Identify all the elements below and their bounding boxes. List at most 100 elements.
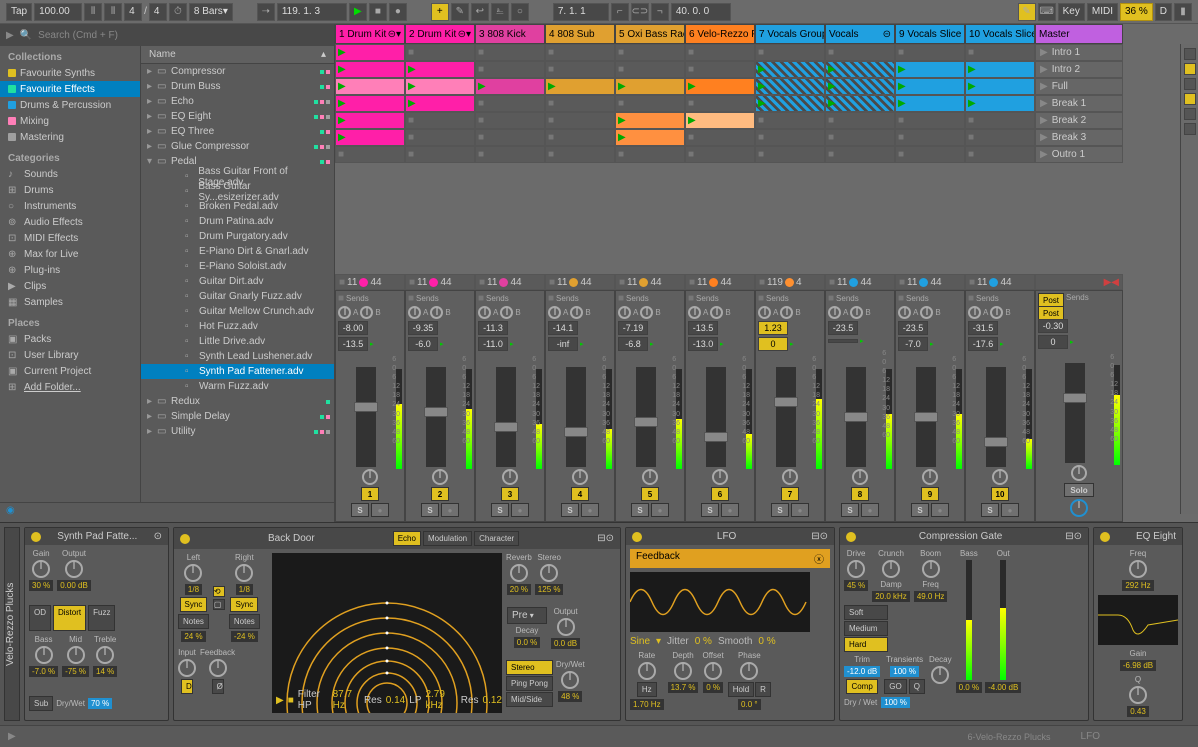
clip-slot[interactable]: ▶: [335, 95, 405, 112]
browser-file-item[interactable]: ▫Drum Purgatory.adv: [141, 229, 334, 244]
soft-button[interactable]: Soft: [844, 605, 888, 620]
polarity-button[interactable]: ▢: [213, 599, 225, 610]
collection-item[interactable]: Mastering: [0, 129, 140, 145]
browser-file-item[interactable]: ▫E-Piano Soloist.adv: [141, 259, 334, 274]
echo-drywet-knob[interactable]: [561, 671, 579, 689]
clip-slot[interactable]: ■: [895, 146, 965, 163]
midi-map[interactable]: MIDI: [1087, 3, 1118, 21]
help-icon[interactable]: ▶: [8, 731, 16, 742]
device-preset-icon[interactable]: ⊟⊙: [811, 531, 828, 542]
arm-button[interactable]: ●: [721, 503, 739, 517]
volume-fader[interactable]: [986, 367, 1006, 467]
send-b-knob[interactable]: [850, 306, 863, 319]
nudge-down[interactable]: ⦀: [84, 3, 102, 21]
send-b-knob[interactable]: [920, 306, 933, 319]
peak-value[interactable]: 0: [1038, 335, 1068, 349]
track-activator[interactable]: 3: [501, 487, 519, 501]
volume-fader[interactable]: [356, 367, 376, 467]
collection-item[interactable]: Favourite Effects: [0, 81, 140, 97]
volume-fader[interactable]: [776, 367, 796, 467]
clip-slot[interactable]: ■: [405, 129, 475, 146]
collection-item[interactable]: Favourite Synths: [0, 65, 140, 81]
drive-knob[interactable]: [847, 560, 865, 578]
send-b-knob[interactable]: [500, 306, 513, 319]
io-section-toggle[interactable]: [1184, 48, 1196, 60]
input-d-button[interactable]: D: [181, 679, 193, 694]
automation-arm[interactable]: ✎: [451, 3, 469, 21]
arm-button[interactable]: ●: [511, 503, 529, 517]
arrangement-position[interactable]: 119. 1. 3: [277, 3, 347, 21]
send-a-knob[interactable]: [478, 306, 491, 319]
clip-slot[interactable]: ■: [475, 44, 545, 61]
category-item[interactable]: ⊞Drums: [0, 182, 140, 198]
clip-slot[interactable]: ■: [685, 61, 755, 78]
clip-slot[interactable]: ▶: [615, 112, 685, 129]
volume-value[interactable]: 1.23: [758, 321, 788, 335]
draw-mode[interactable]: ✎: [1018, 3, 1036, 21]
eq-curve-display[interactable]: [1098, 595, 1178, 645]
clip-slot[interactable]: ■: [545, 146, 615, 163]
right-time-knob[interactable]: [235, 564, 253, 582]
midside-mode[interactable]: Mid/Side: [506, 692, 553, 707]
stereo-width-knob[interactable]: [540, 564, 558, 582]
clip-slot[interactable]: ■: [475, 95, 545, 112]
peak-value[interactable]: -inf: [548, 337, 578, 351]
eq-q-knob[interactable]: [1129, 686, 1147, 704]
search-bar[interactable]: ▶ 🔍 Search (Cmd + F): [0, 24, 334, 46]
trackdelay-toggle[interactable]: [1184, 108, 1196, 120]
solo-button[interactable]: S: [771, 503, 789, 517]
track-activator[interactable]: 2: [431, 487, 449, 501]
pan-knob[interactable]: [922, 469, 938, 485]
clip-slot[interactable]: ■: [965, 44, 1035, 61]
clip-slot[interactable]: ■: [475, 146, 545, 163]
clip-slot[interactable]: ▶: [685, 78, 755, 95]
peak-value[interactable]: -6.0: [408, 337, 438, 351]
clip-slot[interactable]: ▶: [755, 95, 825, 112]
track-activator[interactable]: 5: [641, 487, 659, 501]
modulation-tab[interactable]: Modulation: [423, 531, 472, 546]
pan-knob[interactable]: [1071, 465, 1087, 481]
volume-value[interactable]: -7.19: [618, 321, 648, 335]
arm-button[interactable]: ●: [581, 503, 599, 517]
phase-knob[interactable]: [740, 662, 758, 680]
category-item[interactable]: ⊡MIDI Effects: [0, 230, 140, 246]
clip-slot[interactable]: ▶: [825, 95, 895, 112]
volume-fader[interactable]: [916, 367, 936, 467]
arm-button[interactable]: ●: [791, 503, 809, 517]
send-b-knob[interactable]: [710, 306, 723, 319]
clip-slot[interactable]: ▶: [335, 44, 405, 61]
pan-knob[interactable]: [852, 469, 868, 485]
volume-value[interactable]: -13.5: [688, 321, 718, 335]
feedback-inv-button[interactable]: Ø: [212, 679, 224, 694]
decay-knob[interactable]: [931, 666, 949, 684]
volume-value[interactable]: -9.35: [408, 321, 438, 335]
pan-knob[interactable]: [362, 469, 378, 485]
loop-toggle[interactable]: ⊂⊃: [631, 3, 649, 21]
browser-file-item[interactable]: ▸▭Simple Delay: [141, 409, 334, 424]
track-status-cell[interactable]: ■1144: [475, 274, 545, 290]
track-status-cell[interactable]: ■1144: [615, 274, 685, 290]
fuzz-button[interactable]: Fuzz: [88, 605, 115, 630]
track-header[interactable]: 5 Oxi Bass Rack: [615, 24, 685, 44]
clip-slot[interactable]: ▶: [615, 78, 685, 95]
peak-value[interactable]: -11.0: [478, 337, 508, 351]
clip-slot[interactable]: ■: [615, 146, 685, 163]
device-preset-icon[interactable]: ⊟⊙: [597, 533, 614, 544]
browser-file-item[interactable]: ▫Drum Patina.adv: [141, 214, 334, 229]
solo-button[interactable]: S: [841, 503, 859, 517]
device-preset-icon[interactable]: ⊟⊙: [1065, 531, 1082, 542]
arm-button[interactable]: ●: [371, 503, 389, 517]
clip-slot[interactable]: ■: [615, 95, 685, 112]
hard-button[interactable]: Hard: [844, 637, 888, 652]
clip-slot[interactable]: ■: [615, 61, 685, 78]
scene-launch[interactable]: ▶Break 1: [1035, 95, 1123, 112]
hold-button[interactable]: Hold: [728, 682, 754, 697]
right-sync[interactable]: Sync: [230, 597, 258, 612]
volume-fader[interactable]: [636, 367, 656, 467]
volume-fader[interactable]: [1065, 363, 1085, 463]
clip-slot[interactable]: ▶: [685, 112, 755, 129]
preview-icon[interactable]: ◉: [6, 505, 15, 516]
feedback-knob[interactable]: [209, 659, 227, 677]
category-item[interactable]: ▶Clips: [0, 278, 140, 294]
loop-start[interactable]: 7. 1. 1: [553, 3, 609, 21]
